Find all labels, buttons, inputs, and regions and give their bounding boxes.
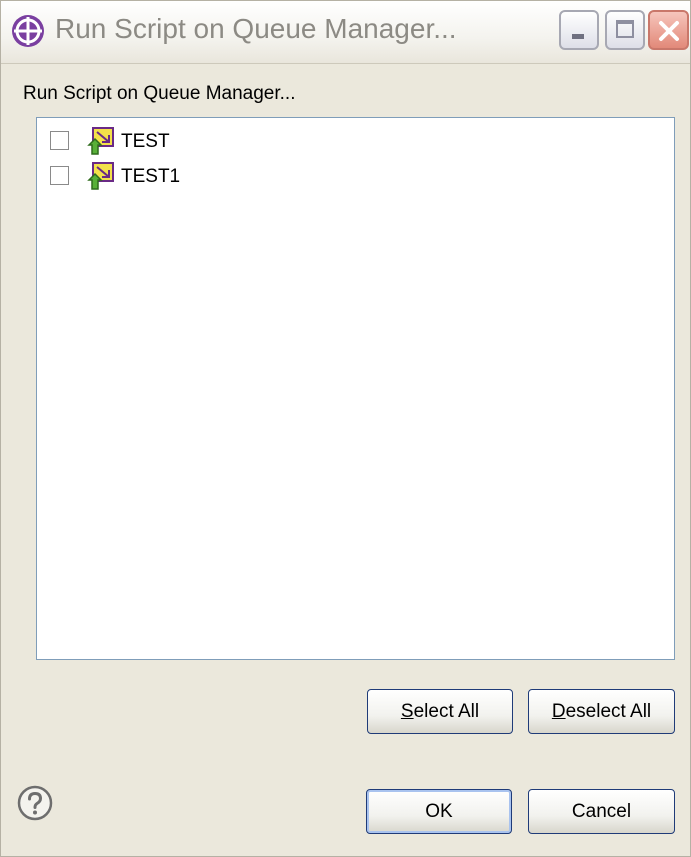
deselect-all-button[interactable]: Deselect All (528, 689, 675, 734)
minimize-button[interactable] (559, 10, 599, 50)
dialog-prompt: Run Script on Queue Manager... (23, 83, 296, 104)
minimize-icon (572, 34, 584, 39)
select-all-button[interactable]: Select All (367, 689, 513, 734)
queue-manager-icon (87, 162, 114, 190)
close-button[interactable] (648, 10, 689, 50)
list-item-test[interactable]: TEST (50, 127, 350, 157)
window-title: Run Script on Queue Manager... (55, 13, 457, 44)
checkbox-test1[interactable] (50, 166, 69, 185)
ok-button[interactable]: OK (366, 789, 512, 834)
list-item-test1[interactable]: TEST1 (50, 162, 350, 192)
queue-manager-list[interactable]: TEST TEST1 (36, 117, 675, 660)
close-icon (659, 21, 679, 41)
dialog-window: Run Script on Queue Manager... Run Scrip… (0, 0, 691, 857)
list-item-label: TEST (121, 131, 170, 152)
app-globe-icon (12, 15, 44, 47)
maximize-button[interactable] (605, 10, 645, 50)
queue-manager-icon (87, 127, 114, 155)
help-icon[interactable] (17, 785, 53, 821)
list-item-label: TEST1 (121, 166, 181, 187)
checkbox-test[interactable] (50, 131, 69, 150)
maximize-icon (616, 20, 634, 38)
cancel-button[interactable]: Cancel (528, 789, 675, 834)
title-bar[interactable]: Run Script on Queue Manager... (1, 1, 690, 64)
